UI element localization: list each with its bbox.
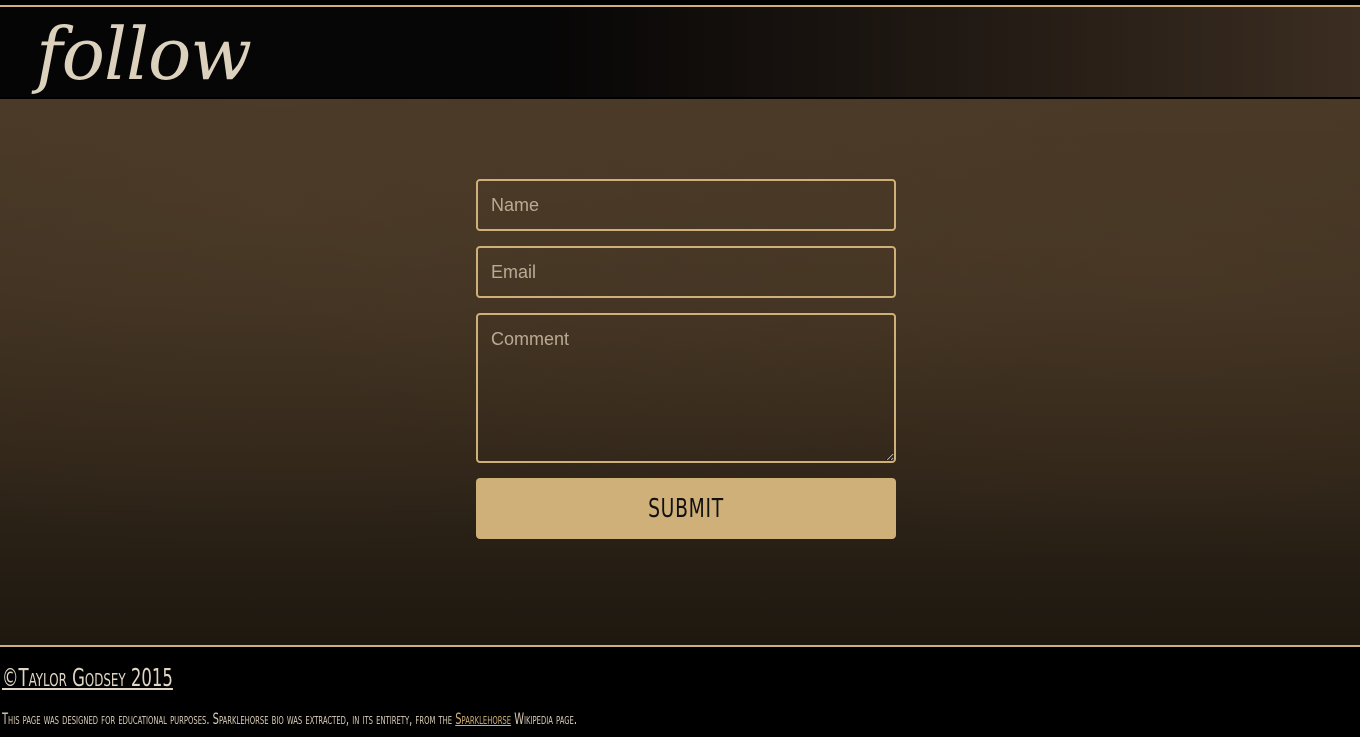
footer-note: This page was designed for educational p… — [2, 709, 577, 728]
submit-button-container: SUBMIT — [476, 478, 896, 539]
submit-button[interactable]: SUBMIT — [535, 478, 837, 539]
name-input[interactable] — [476, 179, 896, 231]
sparklehorse-link[interactable]: Sparklehorse — [455, 709, 511, 728]
page-title: follow — [36, 12, 252, 96]
contact-form: SUBMIT — [476, 179, 896, 539]
main-content: SUBMIT — [0, 99, 1360, 645]
email-input[interactable] — [476, 246, 896, 298]
comment-textarea[interactable] — [476, 313, 896, 463]
page: follow SUBMIT ©Taylor Godsey 2015 This p… — [0, 0, 1360, 737]
footer-note-text-before: This page was designed for educational p… — [2, 709, 456, 728]
copyright-link[interactable]: ©Taylor Godsey 2015 — [2, 663, 173, 692]
footer-note-text-after: Wikipedia page. — [511, 709, 578, 728]
footer: ©Taylor Godsey 2015 This page was design… — [0, 647, 1360, 737]
header: follow — [0, 7, 1360, 99]
